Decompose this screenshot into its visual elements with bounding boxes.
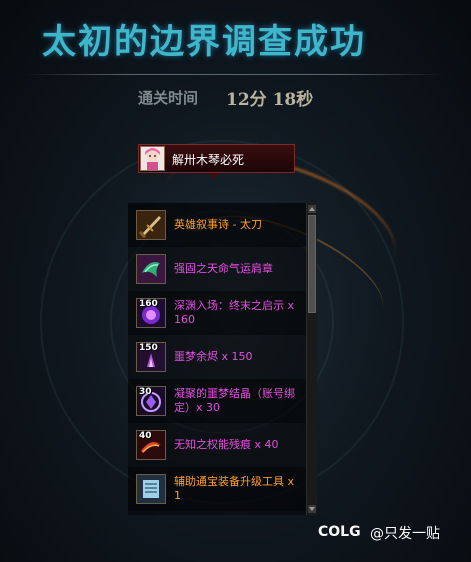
- reward-item-name: 凝聚的噩梦结晶（账号绑定）x 30: [174, 387, 295, 414]
- item-quantity: 160: [139, 299, 158, 309]
- shoulder-icon: [136, 254, 166, 284]
- scroll-up-arrow-icon[interactable]: [308, 205, 316, 213]
- abyss-ticket-icon: 160: [136, 298, 166, 328]
- reward-item-3[interactable]: 160 深渊入场：终末之启示 x 160: [128, 291, 306, 335]
- ember-icon: 150: [136, 342, 166, 372]
- reward-item-5[interactable]: 30 凝聚的噩梦结晶（账号绑定）x 30: [128, 379, 306, 423]
- scroll-thumb[interactable]: [308, 215, 316, 313]
- player-nameplate[interactable]: 解卅木琴必死: [138, 144, 295, 173]
- reward-item-name: 深渊入场：终末之启示 x 160: [174, 299, 295, 326]
- item-quantity: 150: [139, 343, 158, 353]
- item-quantity: 40: [139, 431, 152, 441]
- crystal-icon: 30: [136, 386, 166, 416]
- clear-time-row: 通关时间 12分 18秒: [0, 84, 471, 110]
- reward-item-1[interactable]: 英雄叙事诗 - 太刀: [128, 203, 306, 247]
- scroll-down-arrow-icon[interactable]: [308, 505, 316, 513]
- player-name: 解卅木琴必死: [172, 153, 245, 167]
- watermark-logo: COLG: [318, 524, 361, 540]
- reward-item-name: 强固之天命气运肩章: [174, 262, 273, 275]
- sword-icon: [136, 210, 166, 240]
- title-divider: [24, 74, 444, 75]
- reward-item-name: 无知之权能残痕 x 40: [174, 438, 279, 451]
- nameplate-pointer: [208, 173, 220, 179]
- reward-item-name: 辅助通宝装备升级工具 x 1: [174, 475, 295, 502]
- clear-time-value: 12分 18秒: [226, 90, 314, 110]
- reward-item-name: 英雄叙事诗 - 太刀: [174, 218, 262, 231]
- reward-list[interactable]: 英雄叙事诗 - 太刀 强固之天命气运肩章 160 深渊入场：终末之启示 x 16…: [128, 203, 306, 515]
- upgrade-tool-icon: [136, 474, 166, 504]
- page-title: 太初的边界调查成功: [42, 22, 366, 62]
- item-quantity: 30: [139, 387, 152, 397]
- reward-item-4[interactable]: 150 噩梦余烬 x 150: [128, 335, 306, 379]
- reward-item-name: 噩梦余烬 x 150: [174, 350, 253, 363]
- remnant-icon: 40: [136, 430, 166, 460]
- reward-item-7[interactable]: 辅助通宝装备升级工具 x 1: [128, 467, 306, 511]
- clear-time-label: 通关时间: [138, 89, 199, 107]
- watermark-text: @只发一贴: [370, 526, 440, 542]
- reward-list-scrollbar[interactable]: [306, 203, 317, 515]
- reward-item-6[interactable]: 40 无知之权能残痕 x 40: [128, 423, 306, 467]
- avatar: [140, 146, 165, 171]
- reward-item-2[interactable]: 强固之天命气运肩章: [128, 247, 306, 291]
